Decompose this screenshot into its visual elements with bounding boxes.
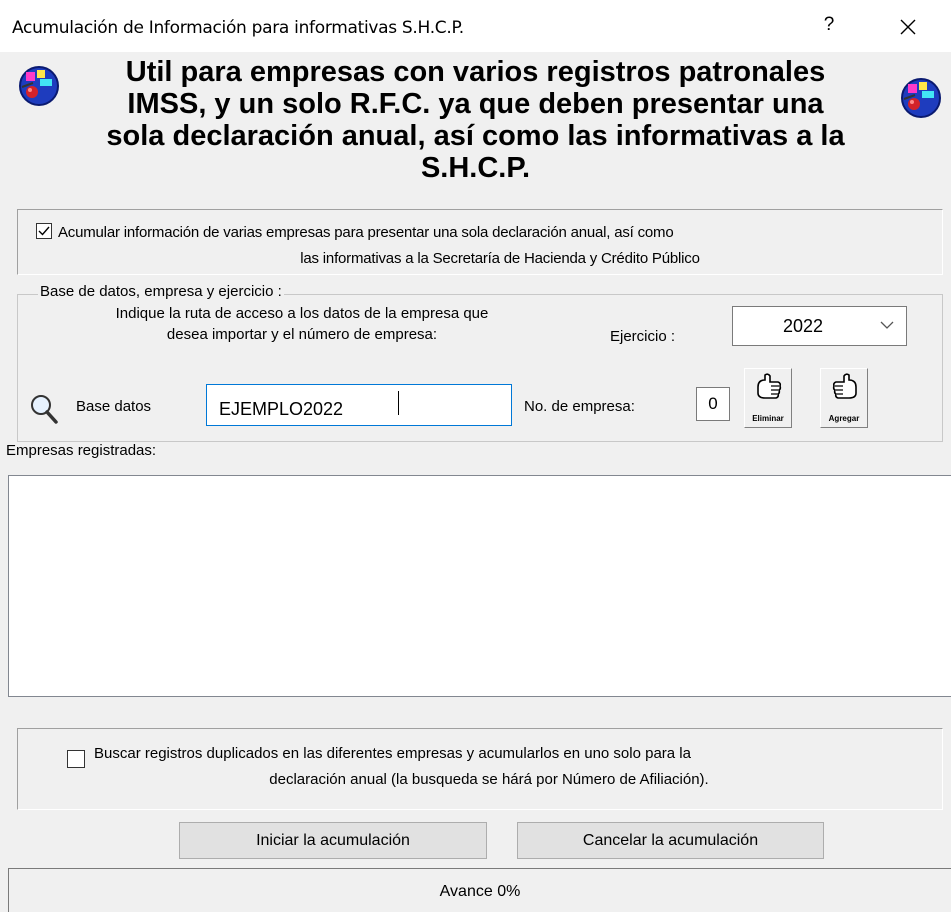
window-title: Acumulación de Información para informat… bbox=[12, 18, 464, 38]
header-text: Util para empresas con varios registros … bbox=[70, 56, 881, 184]
app-emblem-icon bbox=[18, 64, 60, 112]
close-button[interactable] bbox=[893, 12, 923, 42]
title-bar[interactable]: Acumulación de Información para informat… bbox=[0, 0, 951, 52]
close-icon bbox=[900, 19, 916, 35]
add-company-label: Agregar bbox=[828, 414, 860, 423]
label-line: declaración anual (la busqueda se hárá p… bbox=[269, 771, 709, 788]
description-header: Util para empresas con varios registros … bbox=[0, 52, 951, 202]
empresa-number-input[interactable]: 0 bbox=[696, 387, 730, 421]
add-company-button[interactable]: Agregar bbox=[820, 368, 868, 428]
header-line: Util para empresas con varios registros … bbox=[125, 56, 826, 88]
chevron-down-icon bbox=[880, 321, 894, 329]
start-accumulation-button[interactable]: Iniciar la acumulación bbox=[179, 822, 487, 859]
empresa-number-label: No. de empresa: bbox=[524, 398, 635, 415]
app-emblem-icon bbox=[900, 76, 942, 124]
database-label: Base datos bbox=[76, 398, 152, 415]
cancel-accumulation-button[interactable]: Cancelar la acumulación bbox=[517, 822, 824, 859]
help-button[interactable]: ? bbox=[817, 14, 841, 40]
registered-companies-label: Empresas registradas: bbox=[6, 442, 157, 459]
header-line: IMSS, y un solo R.F.C. ya que deben pres… bbox=[127, 88, 824, 120]
hint-line: desea importar y el número de empresa: bbox=[166, 326, 438, 343]
duplicates-checkbox-label[interactable]: Buscar registros duplicados en las difer… bbox=[94, 741, 940, 793]
label-line: Buscar registros duplicados en las difer… bbox=[94, 745, 691, 762]
database-hint: Indique la ruta de acceso a los datos de… bbox=[22, 303, 582, 345]
ejercicio-value: 2022 bbox=[783, 316, 824, 336]
progress-text: Avance 0% bbox=[439, 883, 521, 900]
group-legend: Base de datos, empresa y ejercicio : bbox=[38, 283, 284, 300]
browse-database-button[interactable] bbox=[26, 391, 70, 431]
registered-companies-list[interactable] bbox=[8, 475, 951, 697]
progress-bar: Avance 0% bbox=[8, 868, 951, 912]
database-input[interactable] bbox=[206, 384, 512, 426]
duplicates-option-panel: Buscar registros duplicados en las difer… bbox=[17, 728, 943, 810]
header-line: S.H.C.P. bbox=[420, 152, 531, 184]
accumulate-checkbox-label[interactable]: Acumular información de varias empresas … bbox=[58, 220, 942, 272]
ejercicio-select[interactable]: 2022 bbox=[732, 306, 907, 346]
label-line: Acumular información de varias empresas … bbox=[58, 224, 674, 241]
search-icon bbox=[31, 395, 58, 424]
ejercicio-label: Ejercicio : bbox=[610, 328, 676, 345]
checkmark-icon bbox=[38, 226, 50, 236]
text-caret bbox=[398, 391, 399, 415]
label-line: las informativas a la Secretaría de Haci… bbox=[300, 250, 700, 267]
header-line: sola declaración anual, así como las inf… bbox=[106, 120, 845, 152]
hint-line: Indique la ruta de acceso a los datos de… bbox=[115, 305, 489, 322]
accumulate-checkbox[interactable] bbox=[36, 223, 52, 239]
duplicates-checkbox[interactable] bbox=[67, 750, 85, 768]
remove-company-label: Eliminar bbox=[752, 414, 784, 423]
pointing-hand-left-icon bbox=[757, 373, 782, 399]
remove-company-button[interactable]: Eliminar bbox=[744, 368, 792, 428]
pointing-hand-right-icon bbox=[832, 373, 857, 399]
accumulate-option-panel: Acumular información de varias empresas … bbox=[17, 209, 943, 275]
